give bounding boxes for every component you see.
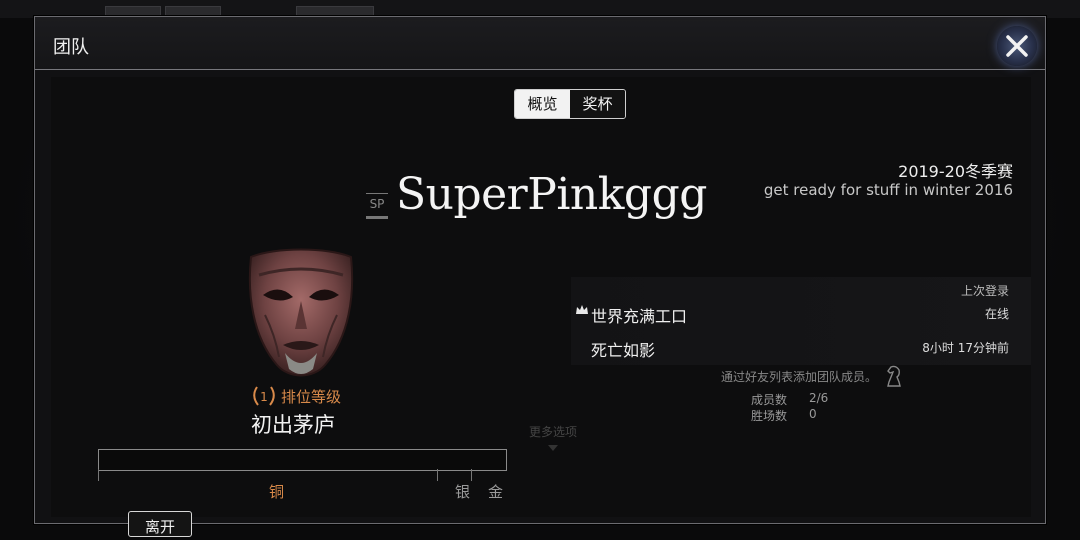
tier-bronze: 铜: [269, 483, 285, 501]
wins-value: 0: [809, 407, 817, 421]
add-members-hint-text: 通过好友列表添加团队成员。: [721, 369, 878, 384]
team-motto: get ready for stuff in winter 2016: [763, 181, 1013, 199]
rank-label: 1 排位等级: [251, 385, 341, 407]
member-name: 死亡如影: [591, 341, 656, 360]
team-dialog: 团队 概览 奖杯 SP SuperPinkggg 2019-20冬季赛 get …: [34, 16, 1046, 537]
chevron-down-icon: [548, 445, 558, 451]
member-list: 上次登录 世界充满工口 在线 死亡如影 8小时 17分钟前: [571, 277, 1031, 365]
laurel-icon: 1: [253, 386, 275, 406]
progress-tick: [437, 469, 438, 481]
tier-silver: 银: [455, 483, 471, 501]
tab-trophies[interactable]: 奖杯: [570, 90, 625, 118]
member-row[interactable]: 世界充满工口 在线: [571, 297, 1031, 326]
team-mask-emblem: [248, 248, 354, 377]
rank-progress-bar: [98, 449, 507, 471]
wins-label: 胜场数: [751, 409, 788, 423]
season-title: 2019-20冬季赛: [898, 162, 1013, 181]
team-name: SuperPinkggg: [396, 169, 707, 220]
member-status: 在线: [984, 307, 1009, 321]
member-status: 8小时 17分钟前: [922, 341, 1009, 355]
tier-gold: 金: [488, 483, 504, 501]
rank-label-text: 排位等级: [281, 387, 342, 406]
add-members-hint: 通过好友列表添加团队成员。: [721, 365, 903, 387]
member-name: 世界充满工口: [591, 307, 688, 326]
dialog-content: 概览 奖杯 SP SuperPinkggg 2019-20冬季赛 get rea…: [51, 77, 1031, 537]
member-row[interactable]: 死亡如影 8小时 17分钟前: [571, 331, 1031, 360]
dialog-title: 团队: [53, 37, 89, 58]
progress-tick: [471, 469, 472, 481]
knight-icon: [887, 365, 901, 387]
leave-button[interactable]: 离开: [128, 511, 192, 537]
svg-text:1: 1: [260, 390, 268, 404]
rank-name: 初出茅庐: [251, 413, 335, 437]
close-icon: [1006, 35, 1028, 57]
season-info: 2019-20冬季赛 get ready for stuff in winter…: [763, 162, 1013, 200]
tab-overview[interactable]: 概览: [515, 90, 570, 118]
progress-tick: [98, 469, 99, 481]
more-options-button[interactable]: 更多选项: [529, 423, 577, 454]
team-tag-badge: SP: [366, 193, 388, 219]
members-count-label: 成员数: [751, 393, 788, 407]
more-options-label: 更多选项: [529, 425, 578, 439]
dialog-header: 团队: [35, 17, 1045, 70]
close-button[interactable]: [997, 26, 1037, 66]
crown-icon: [576, 305, 588, 314]
tab-switch: 概览 奖杯: [514, 89, 626, 119]
members-count-value: 2/6: [809, 391, 829, 405]
